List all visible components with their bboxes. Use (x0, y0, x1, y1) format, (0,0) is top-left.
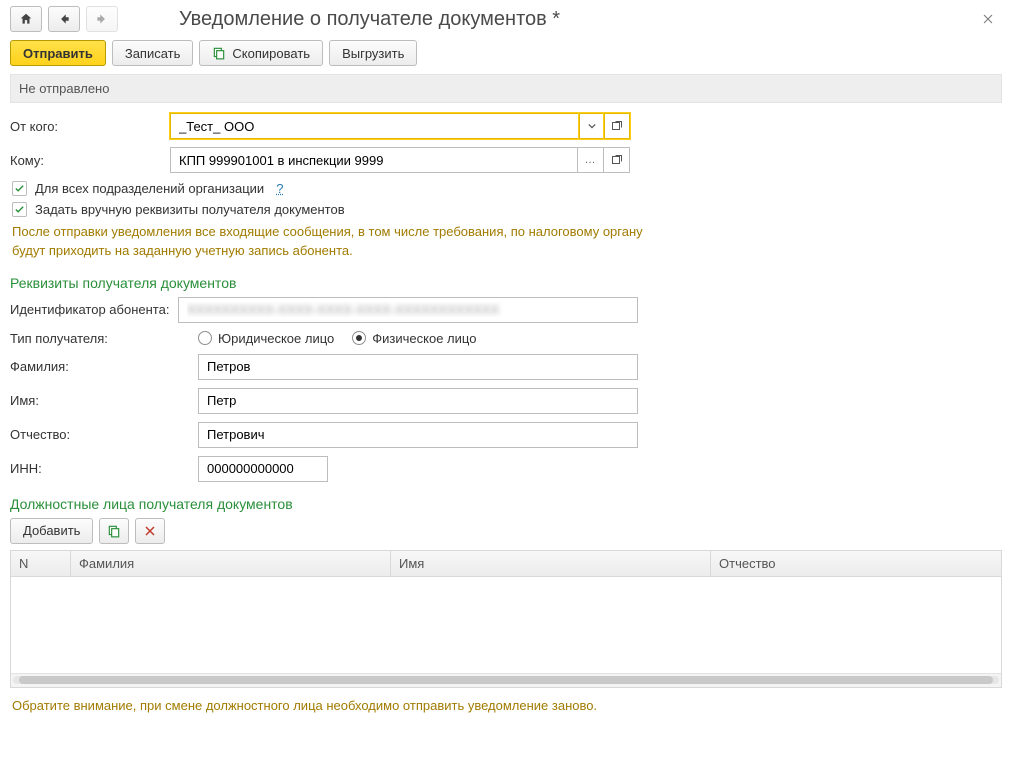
radio-checked-icon (352, 331, 366, 345)
lastname-input[interactable] (198, 354, 638, 380)
col-patronymic[interactable]: Отчество (711, 551, 1001, 576)
recipient-type-label: Тип получателя: (10, 331, 198, 346)
save-button-label: Записать (125, 46, 181, 61)
from-input[interactable] (171, 114, 579, 138)
add-official-label: Добавить (23, 523, 80, 538)
firstname-label: Имя: (10, 393, 198, 408)
subscriber-id-input[interactable] (179, 298, 637, 322)
patronymic-input[interactable] (198, 422, 638, 448)
manual-label: Задать вручную реквизиты получателя доку… (35, 202, 345, 217)
close-button[interactable] (974, 9, 1002, 29)
table-header: N Фамилия Имя Отчество (11, 551, 1001, 577)
to-input[interactable] (171, 148, 577, 172)
patronymic-label: Отчество: (10, 427, 198, 442)
inn-input[interactable] (198, 456, 328, 482)
footer-note: Обратите внимание, при смене должностног… (0, 692, 1012, 723)
table-body[interactable] (11, 577, 1001, 673)
recipient-type-legal[interactable]: Юридическое лицо (198, 331, 334, 346)
add-official-button[interactable]: Добавить (10, 518, 93, 544)
open-ref-icon (611, 120, 623, 132)
chevron-down-icon (588, 122, 596, 130)
delete-icon (144, 525, 156, 537)
from-label: От кого: (10, 119, 170, 134)
nav-forward-button (86, 6, 118, 32)
officials-table[interactable]: N Фамилия Имя Отчество (10, 550, 1002, 688)
table-hscroll[interactable] (11, 673, 1001, 687)
to-label: Кому: (10, 153, 170, 168)
recipient-type-legal-label: Юридическое лицо (218, 331, 334, 346)
lastname-label: Фамилия: (10, 359, 198, 374)
arrow-left-icon (57, 12, 71, 26)
manual-checkbox[interactable] (12, 202, 27, 217)
info-note: После отправки уведомления все входящие … (12, 223, 652, 261)
copy-button-label: Скопировать (232, 46, 310, 61)
subscriber-id-field[interactable] (178, 297, 638, 323)
window-title: Уведомление о получателе документов * (179, 8, 560, 31)
all-units-help[interactable]: ? (276, 181, 283, 196)
officials-section-header: Должностные лица получателя документов (10, 496, 1002, 512)
all-units-checkbox[interactable] (12, 181, 27, 196)
from-dropdown-button[interactable] (579, 113, 605, 139)
home-button[interactable] (10, 6, 42, 32)
send-button[interactable]: Отправить (10, 40, 106, 66)
recipient-section-header: Реквизиты получателя документов (10, 275, 1002, 291)
delete-row-button[interactable] (135, 518, 165, 544)
all-units-label: Для всех подразделений организации (35, 181, 264, 196)
col-n[interactable]: N (11, 551, 71, 576)
copy-button[interactable]: Скопировать (199, 40, 323, 66)
open-ref-icon (611, 154, 623, 166)
check-icon (14, 183, 25, 194)
home-icon (19, 12, 33, 26)
to-select-button[interactable]: … (578, 147, 604, 173)
recipient-type-person[interactable]: Физическое лицо (352, 331, 476, 346)
export-button-label: Выгрузить (342, 46, 404, 61)
firstname-input[interactable] (198, 388, 638, 414)
status-strip: Не отправлено (10, 74, 1002, 103)
copy-icon (212, 46, 226, 60)
recipient-type-person-label: Физическое лицо (372, 331, 476, 346)
from-open-button[interactable] (604, 113, 630, 139)
export-button[interactable]: Выгрузить (329, 40, 417, 66)
to-field[interactable] (170, 147, 578, 173)
copy-row-button[interactable] (99, 518, 129, 544)
check-icon (14, 204, 25, 215)
nav-back-button[interactable] (48, 6, 80, 32)
copy-row-icon (107, 524, 121, 538)
radio-icon (198, 331, 212, 345)
col-lastname[interactable]: Фамилия (71, 551, 391, 576)
subscriber-id-label: Идентификатор абонента: (10, 302, 178, 317)
to-open-button[interactable] (604, 147, 630, 173)
send-button-label: Отправить (23, 46, 93, 61)
col-firstname[interactable]: Имя (391, 551, 711, 576)
save-button[interactable]: Записать (112, 40, 194, 66)
inn-label: ИНН: (10, 461, 198, 476)
arrow-right-icon (95, 12, 109, 26)
close-icon (982, 13, 994, 25)
from-field[interactable] (170, 113, 580, 139)
